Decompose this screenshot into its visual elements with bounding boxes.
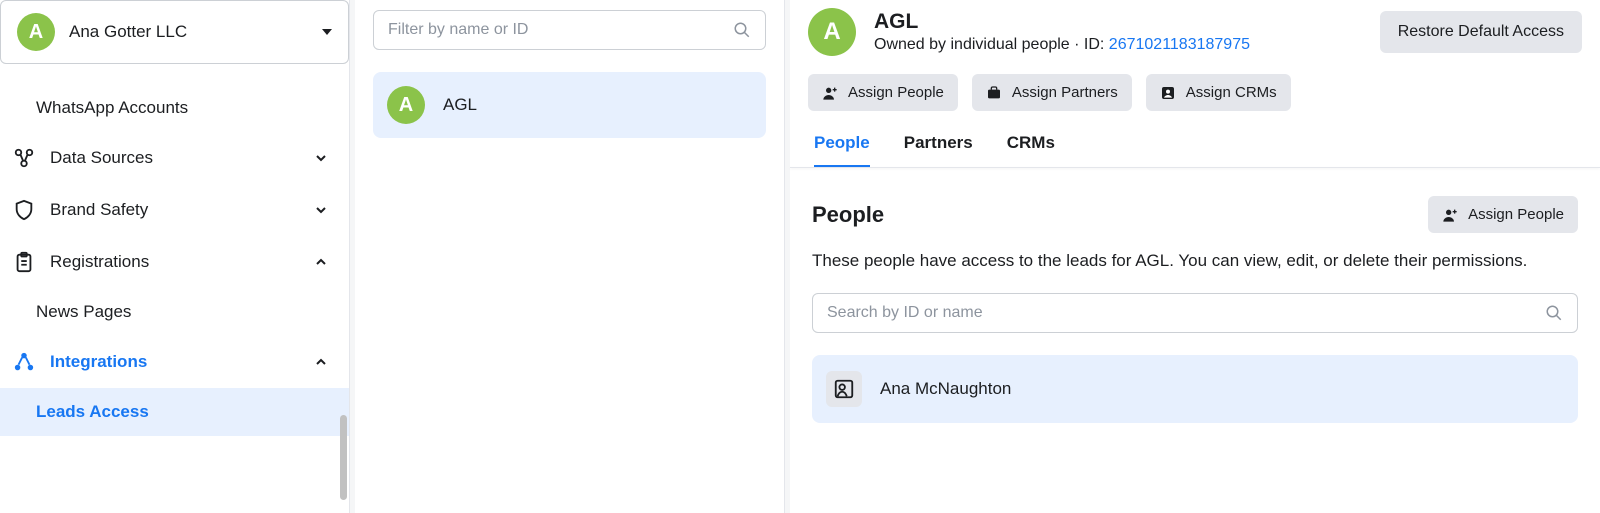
button-label: Assign People [1468,206,1564,223]
page-avatar: A [387,86,425,124]
people-heading: People [812,202,1428,228]
sidebar-item-label: WhatsApp Accounts [36,98,337,118]
clipboard-icon [12,250,36,274]
chevron-up-icon [313,354,329,370]
user-avatar [826,371,862,407]
page-name: AGL [443,95,477,115]
sidebar: A Ana Gotter LLC WhatsApp Accounts Data … [0,0,350,513]
sidebar-item-label: Leads Access [36,402,337,422]
sidebar-item-registrations[interactable]: Registrations [0,236,349,288]
detail-subtitle: Owned by individual people · ID: 2671021… [874,36,1362,54]
sidebar-item-label: Integrations [50,352,299,372]
assign-partners-button[interactable]: Assign Partners [972,74,1132,111]
briefcase-icon [986,85,1002,101]
button-label: Assign CRMs [1186,84,1277,101]
page-list-item[interactable]: A AGL [373,72,766,138]
sidebar-item-news-pages[interactable]: News Pages [0,288,349,336]
assign-people-button[interactable]: Assign People [808,74,958,111]
chevron-up-icon [313,254,329,270]
search-icon [1545,304,1563,322]
detail-panel: A AGL Owned by individual people · ID: 2… [790,0,1600,513]
chevron-down-icon [313,202,329,218]
sidebar-item-brand-safety[interactable]: Brand Safety [0,184,349,236]
filter-input[interactable] [388,21,723,39]
user-row[interactable]: Ana McNaughton [812,355,1578,423]
scrollbar-thumb[interactable] [340,415,347,500]
sidebar-item-whatsapp-accounts[interactable]: WhatsApp Accounts [0,84,349,132]
sidebar-item-label: Registrations [50,252,299,272]
search-icon [733,21,751,39]
sidebar-item-data-sources[interactable]: Data Sources [0,132,349,184]
button-label: Assign Partners [1012,84,1118,101]
detail-avatar: A [808,8,856,56]
detail-id-link[interactable]: 2671021183187975 [1109,36,1250,53]
tab-partners[interactable]: Partners [904,133,973,168]
restore-default-access-button[interactable]: Restore Default Access [1380,11,1582,53]
detail-title: AGL [874,10,1362,34]
people-description: These people have access to the leads fo… [812,251,1578,271]
people-search-input[interactable] [827,304,1535,322]
account-switcher[interactable]: A Ana Gotter LLC [0,0,349,64]
sidebar-item-label: Brand Safety [50,200,299,220]
account-avatar: A [17,13,55,51]
filter-box[interactable] [373,10,766,50]
button-label: Restore Default Access [1398,23,1564,41]
caret-down-icon [322,29,332,35]
assign-people-button-secondary[interactable]: Assign People [1428,196,1578,233]
user-name: Ana McNaughton [880,379,1011,399]
detail-owned-prefix: Owned by individual people · ID: [874,36,1109,53]
detail-header: A AGL Owned by individual people · ID: 2… [790,0,1600,168]
assign-crms-button[interactable]: Assign CRMs [1146,74,1291,111]
sidebar-item-integrations[interactable]: Integrations [0,336,349,388]
person-plus-icon [1442,207,1458,223]
tab-people[interactable]: People [814,133,870,168]
sidebar-item-leads-access[interactable]: Leads Access [0,388,349,436]
shield-icon [12,198,36,222]
data-sources-icon [12,146,36,170]
detail-tabs: People Partners CRMs [808,133,1582,168]
sidebar-item-label: Data Sources [50,148,299,168]
integrations-icon [12,350,36,374]
people-section: People Assign People These people have a… [790,168,1600,513]
sidebar-nav: WhatsApp Accounts Data Sources Brand Saf… [0,84,349,513]
button-label: Assign People [848,84,944,101]
person-plus-icon [822,85,838,101]
people-search-box[interactable] [812,293,1578,333]
tab-crms[interactable]: CRMs [1007,133,1055,168]
sidebar-item-label: News Pages [36,302,337,322]
account-name: Ana Gotter LLC [69,22,308,42]
crm-icon [1160,85,1176,101]
chevron-down-icon [313,150,329,166]
page-list-panel: A AGL [355,0,785,513]
